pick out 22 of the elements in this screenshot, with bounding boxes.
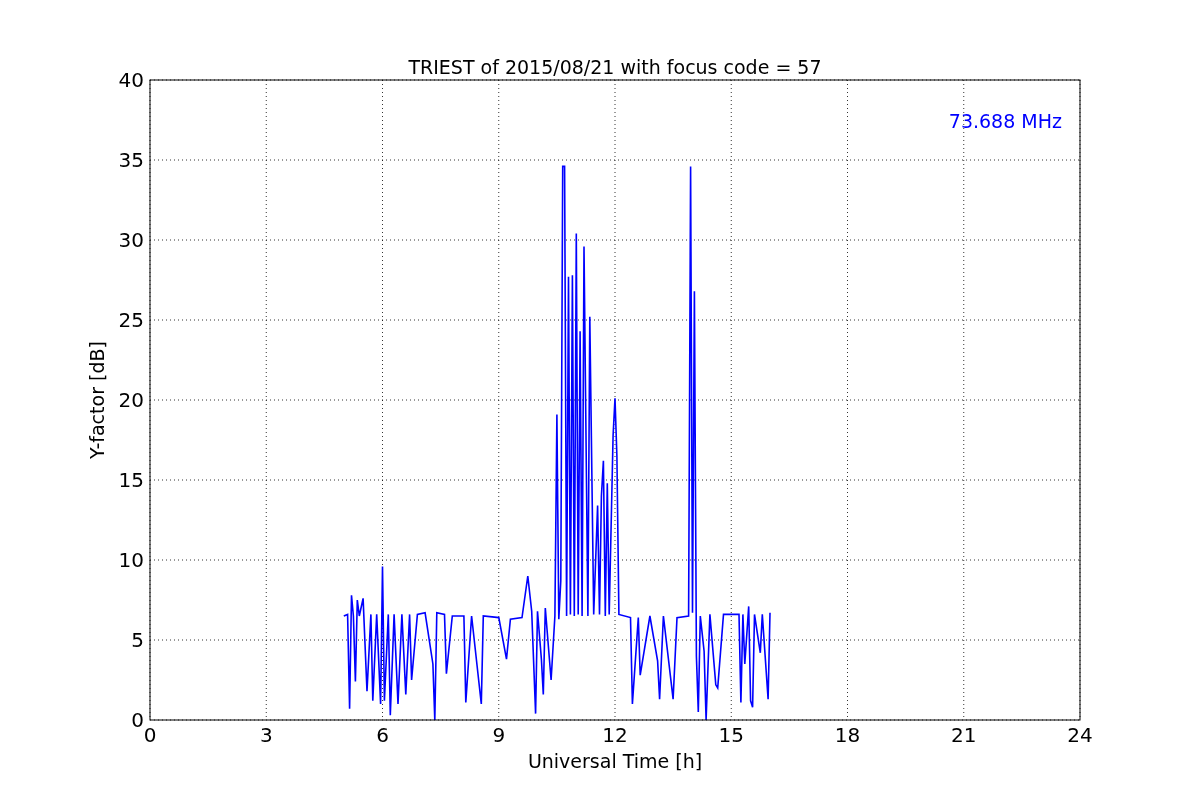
y-axis-label: Y-factor [dB] [86, 341, 108, 459]
y-tick-label: 25 [118, 308, 144, 332]
x-axis-label: Universal Time [h] [527, 750, 703, 772]
x-tick-label: 0 [143, 723, 157, 747]
y-tick-label: 35 [118, 148, 144, 172]
chart-title: TRIEST of 2015/08/21 with focus code = 57 [408, 56, 822, 78]
x-tick-label: 24 [1067, 723, 1093, 747]
x-tick-label: 9 [492, 723, 506, 747]
y-tick-label: 20 [118, 388, 144, 412]
x-tick-label: 15 [718, 723, 744, 747]
x-tick-label: 6 [376, 723, 389, 747]
y-tick-label: 0 [131, 708, 144, 732]
x-tick-label: 3 [259, 723, 273, 747]
y-tick-label: 5 [131, 628, 144, 652]
y-tick-label: 15 [118, 468, 144, 492]
y-tick-label: 40 [118, 68, 144, 92]
x-tick-label: 18 [834, 723, 861, 747]
y-tick-label: 10 [118, 548, 144, 572]
y-tick-label: 30 [118, 228, 144, 252]
x-tick-label: 21 [951, 723, 977, 747]
series-label: 73.688 MHz [948, 110, 1062, 132]
x-tick-label: 12 [602, 723, 628, 747]
